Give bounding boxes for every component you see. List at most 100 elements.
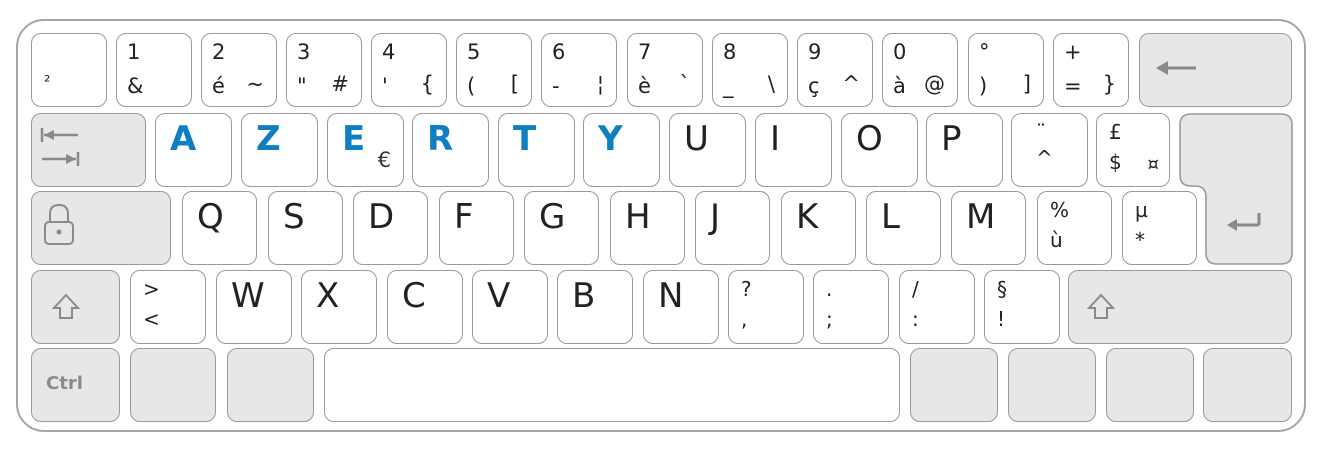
key-legend-alt: #: [331, 72, 349, 96]
function-key-right-2[interactable]: [1008, 348, 1096, 422]
space-bar[interactable]: [324, 348, 900, 422]
key-8[interactable]: 8 _ \: [712, 33, 788, 107]
key-legend-alt: }: [1102, 72, 1116, 96]
ctrl-key[interactable]: Ctrl: [31, 348, 120, 422]
key-legend-alt: `: [679, 72, 691, 96]
key-u[interactable]: U: [669, 113, 746, 187]
key-a[interactable]: A: [155, 113, 232, 187]
key-z[interactable]: Z: [241, 113, 318, 187]
key-legend-bottom: ": [297, 74, 307, 98]
function-key-left-1[interactable]: [130, 348, 216, 422]
key-superscript-two[interactable]: ²: [31, 33, 107, 107]
key-j[interactable]: J: [695, 191, 770, 265]
key-letter: T: [513, 119, 537, 159]
key-b[interactable]: B: [557, 270, 633, 344]
key-i[interactable]: I: [755, 113, 832, 187]
key-m[interactable]: M: [951, 191, 1026, 265]
function-key-right-4[interactable]: [1203, 348, 1292, 422]
key-mu[interactable]: µ *: [1122, 191, 1197, 265]
key-angle-brackets[interactable]: > <: [130, 270, 206, 344]
ctrl-label: Ctrl: [46, 373, 83, 394]
key-legend-alt: @: [924, 72, 945, 96]
key-legend-bottom: ;: [826, 307, 833, 331]
key-q[interactable]: Q: [182, 191, 257, 265]
key-legend-bottom: (: [467, 74, 476, 98]
key-1[interactable]: 1 &: [116, 33, 192, 107]
key-o[interactable]: O: [841, 113, 918, 187]
key-pound[interactable]: £ $ ¤: [1096, 113, 1170, 187]
key-period[interactable]: .;: [813, 270, 889, 344]
key-f[interactable]: F: [439, 191, 514, 265]
key-legend-bottom: _: [723, 74, 734, 98]
key-legend-bottom: ^: [1036, 146, 1053, 170]
key-2[interactable]: 2 é ~: [201, 33, 277, 107]
key-letter: U: [684, 119, 709, 159]
key-k[interactable]: K: [781, 191, 856, 265]
right-shift-key[interactable]: [1068, 270, 1292, 344]
key-percent[interactable]: % ù: [1037, 191, 1112, 265]
key-section[interactable]: §!: [984, 270, 1060, 344]
key-slash[interactable]: /:: [899, 270, 975, 344]
lock-icon: [32, 192, 92, 264]
key-legend-top: %: [1050, 198, 1070, 222]
key-v[interactable]: V: [472, 270, 548, 344]
key-letter: Z: [256, 119, 281, 159]
key-legend-alt: [: [510, 72, 519, 96]
key-legend-bottom: *: [1135, 228, 1145, 252]
key-legend-bottom: :: [912, 307, 919, 331]
key-legend-top: £: [1109, 120, 1122, 144]
key-c[interactable]: C: [387, 270, 463, 344]
caps-lock-key[interactable]: [31, 191, 171, 265]
key-legend-top: ¨: [1036, 120, 1046, 144]
tab-key[interactable]: [31, 113, 146, 187]
key-letter: A: [170, 119, 197, 159]
key-d[interactable]: D: [353, 191, 428, 265]
key-7[interactable]: 7 è `: [627, 33, 703, 107]
key-x[interactable]: X: [301, 270, 377, 344]
key-legend-top: 7: [638, 40, 652, 64]
key-legend-bottom: !: [997, 307, 1006, 331]
left-shift-key[interactable]: [31, 270, 120, 344]
shift-arrow-icon: [46, 271, 86, 343]
key-question[interactable]: ?,: [728, 270, 804, 344]
key-6[interactable]: 6 - ¦: [541, 33, 617, 107]
key-legend-top: .: [826, 277, 833, 301]
key-letter: S: [283, 197, 305, 237]
key-legend-bottom: <: [143, 307, 160, 331]
key-5[interactable]: 5 ([: [456, 33, 532, 107]
key-legend-top: °: [979, 40, 990, 64]
key-letter: J: [710, 197, 721, 237]
key-g[interactable]: G: [524, 191, 599, 265]
key-t[interactable]: T: [498, 113, 575, 187]
function-key-left-2[interactable]: [227, 348, 314, 422]
key-degree[interactable]: °)]: [968, 33, 1044, 107]
key-circumflex[interactable]: ¨ ^: [1011, 113, 1088, 187]
key-9[interactable]: 9 ç ^: [797, 33, 873, 107]
key-e[interactable]: E €: [327, 113, 404, 187]
key-4[interactable]: 4 ' {: [371, 33, 447, 107]
key-n[interactable]: N: [643, 270, 719, 344]
key-letter: B: [572, 276, 596, 316]
key-letter: L: [881, 197, 900, 237]
key-3[interactable]: 3 " #: [286, 33, 362, 107]
key-r[interactable]: R: [412, 113, 489, 187]
key-l[interactable]: L: [866, 191, 941, 265]
key-legend-bottom: ù: [1050, 228, 1063, 252]
key-h[interactable]: H: [610, 191, 685, 265]
key-s[interactable]: S: [268, 191, 343, 265]
key-p[interactable]: P: [926, 113, 1003, 187]
key-legend-top: 9: [808, 40, 822, 64]
key-0[interactable]: 0 à @: [882, 33, 958, 107]
key-w[interactable]: W: [216, 270, 292, 344]
function-key-right-1[interactable]: [910, 348, 998, 422]
function-key-right-3[interactable]: [1106, 348, 1194, 422]
key-letter: E: [342, 119, 366, 159]
backspace-key[interactable]: [1139, 33, 1292, 107]
shift-arrow-icon: [1081, 271, 1121, 343]
key-legend-alt: ~: [246, 72, 264, 96]
key-plus[interactable]: + =}: [1053, 33, 1129, 107]
key-letter: V: [487, 276, 511, 316]
key-y[interactable]: Y: [583, 113, 660, 187]
key-legend-bottom: è: [638, 74, 651, 98]
key-legend-top: >: [143, 277, 160, 301]
